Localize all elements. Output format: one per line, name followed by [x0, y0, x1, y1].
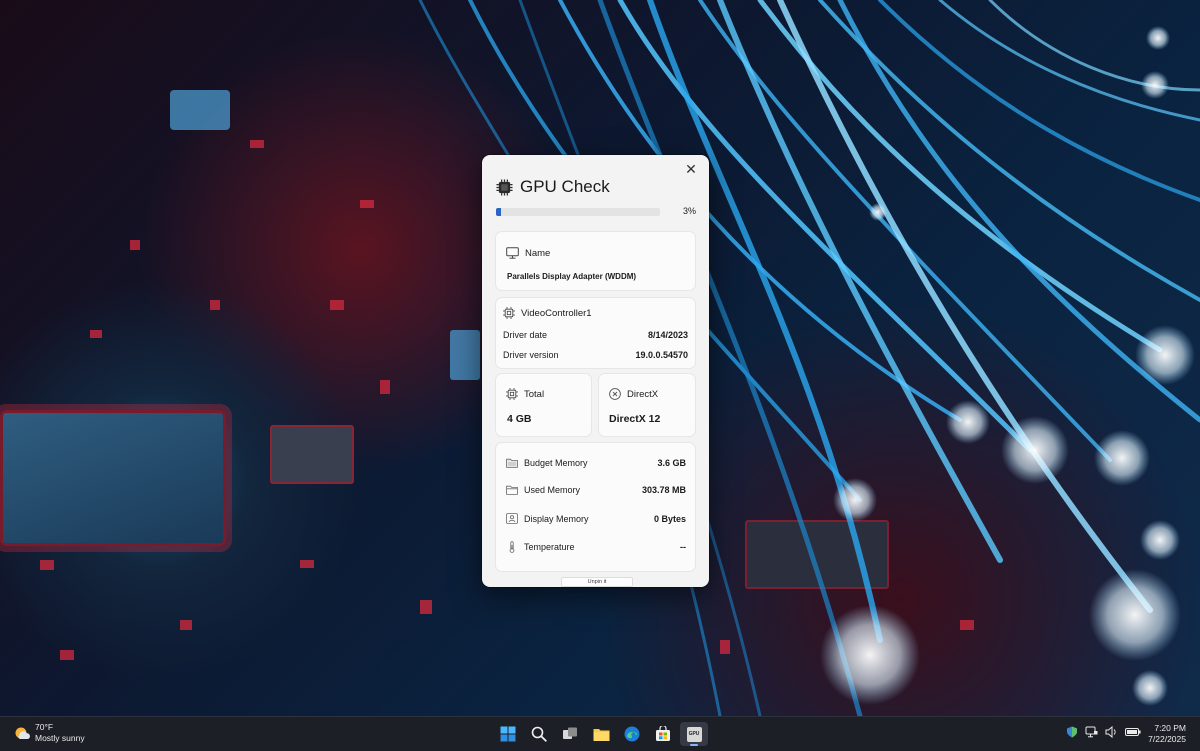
- monitor-icon: [506, 247, 519, 259]
- title-row: GPU Check: [496, 177, 610, 197]
- task-view-button[interactable]: [556, 722, 584, 746]
- close-icon: ✕: [685, 161, 697, 177]
- system-tray: [1066, 726, 1148, 738]
- driver-date-label: Driver date: [503, 330, 548, 340]
- directx-value: DirectX 12: [609, 413, 661, 425]
- temperature-label-wrap: Temperature: [506, 541, 575, 553]
- driver-date-value: 8/14/2023: [647, 330, 688, 340]
- video-controller-heading: VideoController1: [521, 307, 592, 319]
- display-memory-label-wrap: Display Memory: [506, 513, 589, 524]
- weather-text: 70°F Mostly sunny: [35, 722, 85, 744]
- budget-memory-row: Budget Memory 3.6 GB: [506, 458, 686, 468]
- battery-tray-button[interactable]: [1125, 727, 1141, 737]
- directx-card: DirectX DirectX 12: [599, 374, 695, 436]
- used-memory-label-wrap: Used Memory: [506, 485, 580, 495]
- store-icon: [656, 726, 670, 741]
- start-icon: [500, 726, 516, 742]
- file-explorer-icon: [593, 728, 609, 741]
- driver-version-row: Driver version 19.0.0.54570: [503, 350, 688, 360]
- taskbar-clock[interactable]: 7:20 PM 7/22/2025: [1148, 723, 1186, 745]
- window-title: GPU Check: [520, 177, 610, 196]
- folder-icon: [506, 458, 518, 468]
- progress-percent: 3%: [682, 206, 696, 216]
- gpu-check-taskbar-button[interactable]: GPU: [680, 722, 708, 746]
- budget-memory-label-wrap: Budget Memory: [506, 458, 588, 468]
- budget-memory-value: 3.6 GB: [657, 458, 686, 468]
- volume-tray-button[interactable]: [1105, 726, 1118, 738]
- driver-date-row: Driver date 8/14/2023: [503, 330, 688, 340]
- gpu-check-window: ✕ GPU Check 3% Name Parallels Display Ad…: [482, 155, 709, 587]
- gpu-chip-icon: [496, 178, 513, 196]
- security-tray-button[interactable]: [1066, 726, 1078, 738]
- name-card: Name Parallels Display Adapter (WDDM): [496, 232, 695, 290]
- gpu-check-app-icon: GPU: [686, 726, 702, 742]
- battery-icon: [1125, 728, 1141, 736]
- search-icon: [531, 726, 547, 742]
- memory-chip-icon: [506, 388, 518, 400]
- edge-button[interactable]: [618, 722, 646, 746]
- directx-header: DirectX: [609, 388, 658, 400]
- gpu-app-label: GPU: [688, 731, 700, 737]
- file-explorer-button[interactable]: [587, 722, 615, 746]
- task-view-icon: [563, 727, 577, 739]
- video-controller-card: VideoController1 Driver date 8/14/2023 D…: [496, 298, 695, 368]
- store-button[interactable]: [649, 722, 677, 746]
- network-tray-button[interactable]: [1085, 726, 1098, 738]
- partly-sunny-icon: [15, 727, 30, 739]
- speaker-icon: [1105, 726, 1116, 738]
- driver-version-value: 19.0.0.54570: [635, 350, 688, 360]
- temperature-value: --: [680, 542, 686, 552]
- clock-time: 7:20 PM: [1154, 723, 1186, 733]
- budget-memory-label: Budget Memory: [524, 458, 588, 468]
- start-button[interactable]: [494, 722, 522, 746]
- display-memory-label: Display Memory: [524, 513, 589, 524]
- search-button[interactable]: [525, 722, 553, 746]
- adapter-name-value: Parallels Display Adapter (WDDM): [507, 272, 637, 281]
- total-memory-heading: Total: [524, 388, 545, 400]
- directx-heading: DirectX: [627, 388, 659, 400]
- temperature-row: Temperature --: [506, 541, 686, 553]
- folder-outline-icon: [506, 485, 518, 495]
- name-card-heading: Name: [525, 247, 551, 259]
- total-memory-card: Total 4 GB: [496, 374, 591, 436]
- taskbar-app-icons: GPU: [494, 722, 711, 746]
- weather-condition: Mostly sunny: [35, 733, 85, 743]
- progress-track: [496, 208, 660, 216]
- network-icon: [1085, 726, 1098, 738]
- memory-details-card: Budget Memory 3.6 GB Used Memory 303.78 …: [496, 443, 695, 571]
- close-button[interactable]: ✕: [681, 159, 701, 179]
- used-memory-row: Used Memory 303.78 MB: [506, 485, 686, 495]
- total-memory-header: Total: [506, 388, 544, 400]
- edge-icon: [624, 726, 640, 742]
- display-memory-value: 0 Bytes: [653, 513, 686, 524]
- shield-icon: [1067, 726, 1077, 738]
- weather-widget[interactable]: 70°F Mostly sunny: [14, 722, 85, 744]
- progress-fill: [496, 208, 501, 216]
- used-memory-label: Used Memory: [524, 485, 581, 495]
- clock-date: 7/22/2025: [1148, 734, 1186, 744]
- unpin-button[interactable]: Unpin it: [561, 577, 633, 587]
- used-memory-value: 303.78 MB: [641, 485, 686, 495]
- driver-version-label: Driver version: [503, 350, 559, 360]
- display-memory-icon: [506, 513, 518, 524]
- name-card-header: Name: [506, 247, 550, 259]
- gpu-usage-progress: 3%: [496, 206, 696, 217]
- directx-icon: [609, 388, 621, 400]
- temperature-label: Temperature: [524, 542, 575, 552]
- display-memory-row: Display Memory 0 Bytes: [506, 513, 686, 524]
- total-memory-value: 4 GB: [507, 413, 532, 425]
- thermometer-icon: [509, 541, 515, 553]
- video-controller-header: VideoController1: [503, 307, 592, 319]
- weather-temp: 70°F: [35, 722, 54, 732]
- taskbar: 70°F Mostly sunny GPU 7:20 PM 7/22/2025: [0, 716, 1200, 751]
- processor-icon: [503, 307, 515, 319]
